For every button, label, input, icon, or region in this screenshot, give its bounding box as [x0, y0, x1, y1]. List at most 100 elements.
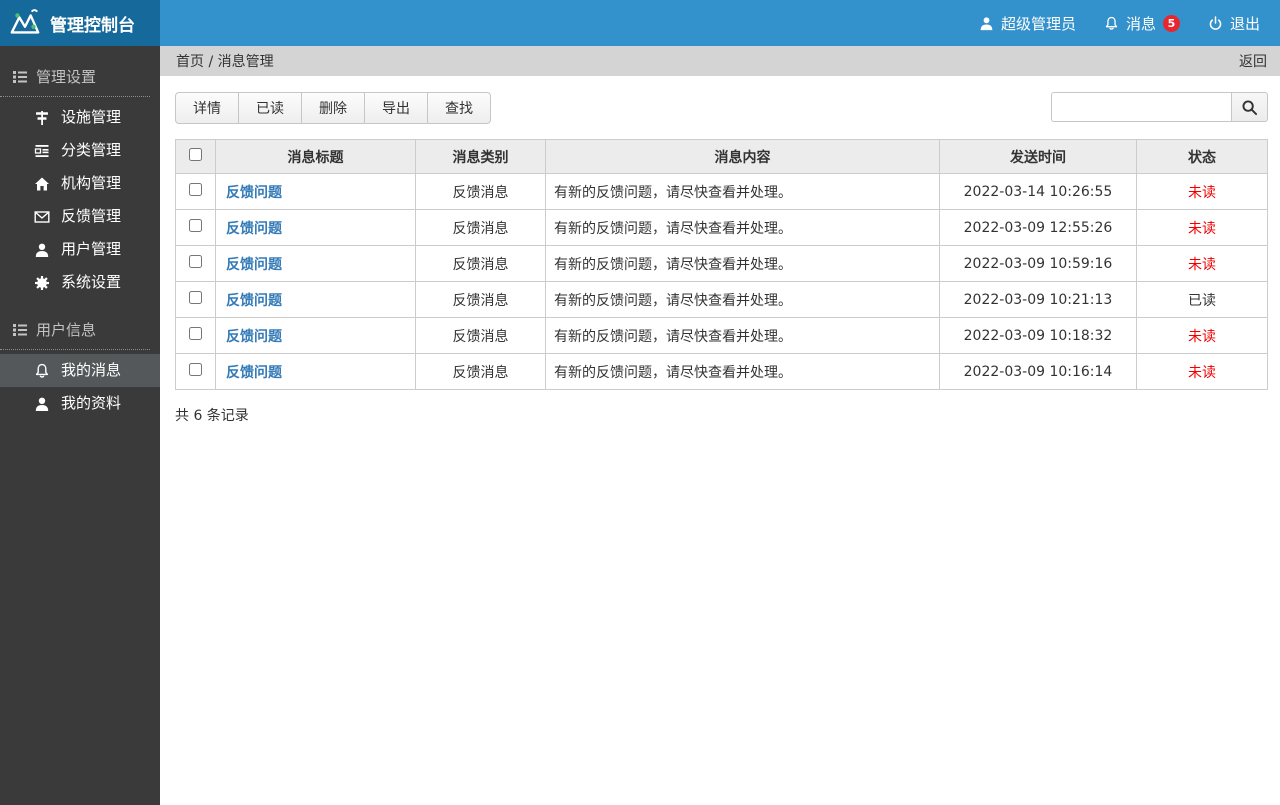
message-title-cell: 反馈问题	[216, 210, 416, 246]
message-time: 2022-03-09 10:18:32	[940, 318, 1137, 354]
table-header-row: 消息标题 消息类别 消息内容 发送时间 状态	[176, 140, 1268, 174]
status-badge: 未读	[1137, 354, 1268, 390]
row-checkbox[interactable]	[189, 291, 202, 304]
table-row: 反馈问题反馈消息有新的反馈问题，请尽快查看并处理。2022-03-09 10:5…	[176, 246, 1268, 282]
sidebar-section-admin-settings: 管理设置	[0, 52, 150, 97]
sidebar-section-user-info: 用户信息	[0, 305, 150, 350]
table-body: 反馈问题反馈消息有新的反馈问题，请尽快查看并处理。2022-03-14 10:2…	[176, 174, 1268, 390]
main-panel: 首页 / 消息管理 返回 详情 已读 删除 导出 查找	[160, 46, 1280, 805]
table-row: 反馈问题反馈消息有新的反馈问题，请尽快查看并处理。2022-03-09 10:1…	[176, 354, 1268, 390]
sidebar-item-label: 系统设置	[61, 274, 121, 291]
mark-read-button[interactable]: 已读	[239, 93, 302, 123]
message-title-link[interactable]: 反馈问题	[226, 365, 282, 381]
table-row: 反馈问题反馈消息有新的反馈问题，请尽快查看并处理。2022-03-09 10:1…	[176, 318, 1268, 354]
export-button[interactable]: 导出	[365, 93, 428, 123]
back-link[interactable]: 返回	[1239, 51, 1267, 71]
message-category: 反馈消息	[416, 210, 546, 246]
sidebar-item-label: 我的消息	[61, 362, 121, 379]
section-title-label: 管理设置	[36, 66, 96, 87]
status-badge: 未读	[1137, 318, 1268, 354]
sidebar-item-facility-mgmt[interactable]: 设施管理	[0, 101, 160, 134]
row-checkbox[interactable]	[189, 255, 202, 268]
category-icon	[34, 143, 50, 159]
bell-icon	[34, 363, 50, 379]
person-icon	[979, 16, 994, 31]
messages-label: 消息	[1126, 13, 1156, 34]
message-title-link[interactable]: 反馈问题	[226, 257, 282, 273]
search-input[interactable]	[1051, 92, 1231, 122]
row-checkbox-cell	[176, 354, 216, 390]
power-icon	[1208, 16, 1223, 31]
message-title-cell: 反馈问题	[216, 318, 416, 354]
status-badge: 未读	[1137, 246, 1268, 282]
status-badge: 已读	[1137, 282, 1268, 318]
message-time: 2022-03-09 10:59:16	[940, 246, 1137, 282]
sidebar-item-organization-mgmt[interactable]: 机构管理	[0, 167, 160, 200]
message-title-cell: 反馈问题	[216, 246, 416, 282]
col-header-status: 状态	[1137, 140, 1268, 174]
sidebar-item-feedback-mgmt[interactable]: 反馈管理	[0, 200, 160, 233]
table-row: 反馈问题 反馈消息有新的反馈问题，请尽快查看并处理。2022-03-14 10:2…	[176, 174, 1268, 210]
list-icon	[12, 69, 28, 85]
status-badge: 未读	[1137, 210, 1268, 246]
delete-button[interactable]: 删除	[302, 93, 365, 123]
app-title: 管理控制台	[50, 11, 135, 36]
sidebar-item-category-mgmt[interactable]: 分类管理	[0, 134, 160, 167]
bell-icon	[1104, 16, 1119, 31]
message-content: 有新的反馈问题，请尽快查看并处理。	[546, 174, 940, 210]
select-all-checkbox[interactable]	[189, 148, 202, 161]
logout-label: 退出	[1230, 13, 1260, 34]
sidebar-item-user-mgmt[interactable]: 用户管理	[0, 233, 160, 266]
row-checkbox[interactable]	[189, 327, 202, 340]
header-actions: 超级管理员 消息 5 退出	[979, 0, 1280, 46]
message-title-cell: 反馈问题	[216, 282, 416, 318]
messages-table: 消息标题 消息类别 消息内容 发送时间 状态 反馈问题反馈消息有新的反馈问题，请…	[175, 139, 1268, 390]
message-title-link[interactable]: 反馈问题	[226, 329, 282, 345]
app-window: 管理控制台 超级管理员 消息 5	[0, 0, 1280, 805]
row-checkbox[interactable]	[189, 219, 202, 232]
select-all-cell	[176, 140, 216, 174]
logout-button[interactable]: 退出	[1208, 13, 1260, 34]
sidebar-item-my-messages[interactable]: 我的消息	[0, 354, 160, 387]
table-row: 反馈问题反馈消息有新的反馈问题，请尽快查看并处理。2022-03-09 10:2…	[176, 282, 1268, 318]
message-title-link[interactable]: 反馈问题	[226, 221, 282, 237]
message-time: 2022-03-09 12:55:26	[940, 210, 1137, 246]
sidebar-item-label: 我的资料	[61, 395, 121, 412]
messages-button[interactable]: 消息 5	[1104, 13, 1180, 34]
sidebar-item-my-profile[interactable]: 我的资料	[0, 387, 160, 420]
app-logo-icon	[8, 6, 42, 40]
signpost-icon	[34, 110, 50, 126]
message-title-link[interactable]: 反馈问题	[226, 293, 282, 309]
find-button[interactable]: 查找	[428, 93, 490, 123]
home-icon	[34, 176, 50, 192]
sidebar-item-system-settings[interactable]: 系统设置	[0, 266, 160, 299]
message-time: 2022-03-09 10:16:14	[940, 354, 1137, 390]
row-checkbox-cell	[176, 174, 216, 210]
message-content: 有新的反馈问题，请尽快查看并处理。	[546, 210, 940, 246]
message-content: 有新的反馈问题，请尽快查看并处理。	[546, 354, 940, 390]
message-time: 2022-03-14 10:26:55	[940, 174, 1137, 210]
col-header-title: 消息标题	[216, 140, 416, 174]
search-button[interactable]	[1231, 92, 1268, 122]
breadcrumb-bar: 首页 / 消息管理 返回	[160, 46, 1280, 76]
toolbar: 详情 已读 删除 导出 查找	[175, 92, 1268, 124]
sidebar-item-label: 用户管理	[61, 241, 121, 258]
row-checkbox[interactable]	[189, 183, 202, 196]
col-header-content: 消息内容	[546, 140, 940, 174]
message-category: 反馈消息	[416, 246, 546, 282]
detail-button[interactable]: 详情	[176, 93, 239, 123]
sidebar: 管理设置 设施管理 分类管理 机构管理	[0, 46, 160, 805]
message-title-link[interactable]: 反馈问题	[226, 185, 282, 201]
envelope-icon	[34, 209, 50, 225]
row-checkbox[interactable]	[189, 363, 202, 376]
row-checkbox-cell	[176, 282, 216, 318]
record-count: 共 6 条记录	[175, 405, 1268, 425]
col-header-category: 消息类别	[416, 140, 546, 174]
message-category: 反馈消息	[416, 174, 546, 210]
row-checkbox-cell	[176, 210, 216, 246]
current-user-button[interactable]: 超级管理员	[979, 13, 1076, 34]
message-category: 反馈消息	[416, 282, 546, 318]
user-icon	[34, 242, 50, 258]
search-group	[1051, 92, 1268, 122]
status-badge: 未读	[1137, 174, 1268, 210]
